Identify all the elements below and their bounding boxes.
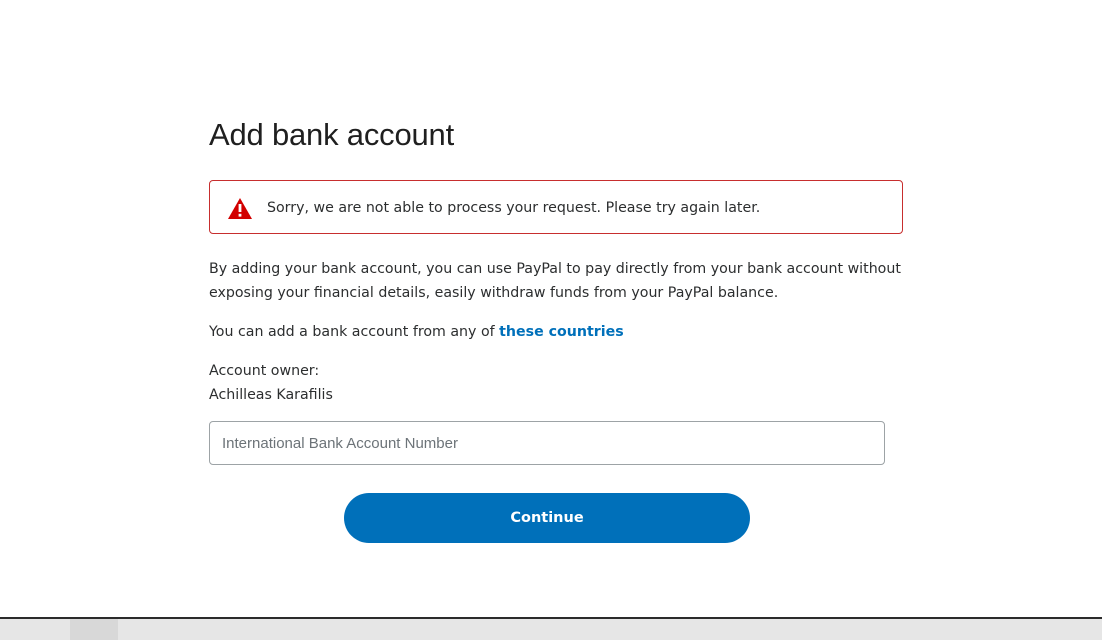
account-owner-label: Account owner: [209, 363, 320, 379]
continue-button[interactable]: Continue [344, 493, 750, 543]
bottom-scrollbar[interactable] [0, 617, 1102, 640]
description-text: By adding your bank account, you can use… [209, 261, 901, 301]
countries-prefix: You can add a bank account from any of [209, 324, 500, 340]
iban-input[interactable] [209, 421, 885, 465]
page-title: Add bank account [209, 117, 454, 152]
page: Add bank account Sorry, we are not able … [0, 0, 1102, 640]
account-owner-name: Achilleas Karafilis [209, 387, 333, 403]
warning-triangle-icon [228, 198, 252, 219]
these-countries-link[interactable]: these countries [499, 324, 624, 340]
scrollbar-thumb[interactable] [70, 619, 118, 640]
countries-text: You can add a bank account from any of t… [209, 320, 624, 344]
add-bank-account-form: Add bank account Sorry, we are not able … [209, 112, 905, 543]
error-message: Sorry, we are not able to process your r… [267, 200, 761, 216]
error-alert: Sorry, we are not able to process your r… [209, 180, 903, 234]
